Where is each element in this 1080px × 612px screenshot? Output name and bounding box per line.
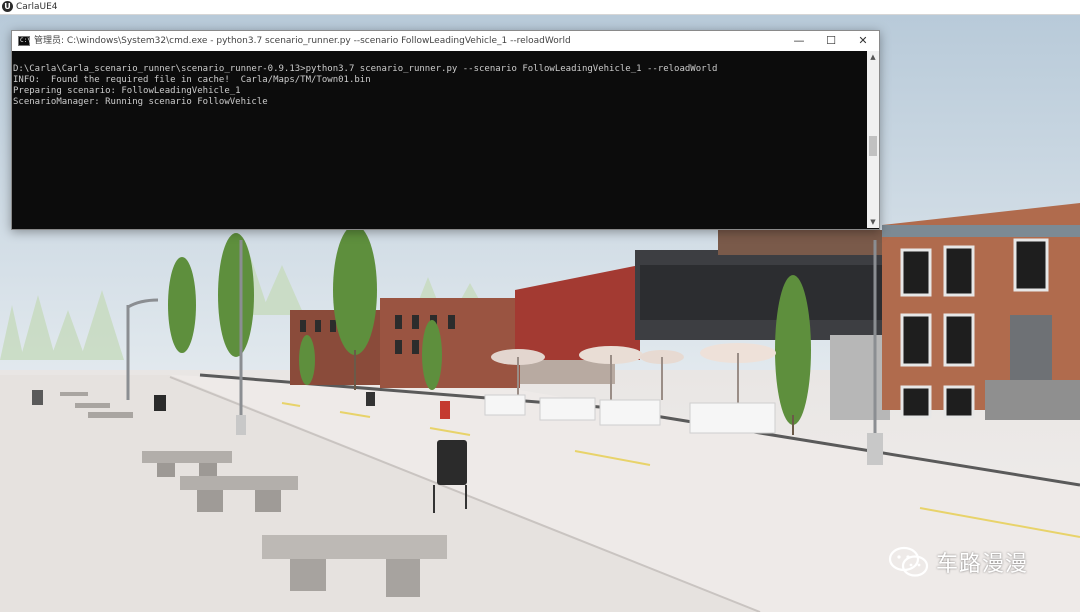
watermark: 车路漫漫 [888,545,1028,579]
lamp-post-base [236,415,246,435]
cmd-title: 管理员: C:\windows\System32\cmd.exe - pytho… [34,36,571,46]
vertical-scrollbar[interactable]: ▲ ▼ [867,51,879,228]
watermark-text: 车路漫漫 [936,552,1029,577]
cmd-icon-label: C:\_ [20,37,35,44]
close-button[interactable]: ✕ [847,31,879,51]
unreal-engine-icon: U [2,1,13,12]
wechat-icon [888,546,929,577]
console-line: INFO: Found the required file in cache! … [13,75,371,85]
cmd-titlebar[interactable]: C:\_ 管理员: C:\windows\System32\cmd.exe - … [12,31,879,51]
scroll-down-arrow-icon[interactable]: ▼ [867,216,879,228]
lamp-post-base [867,433,883,465]
maximize-button[interactable]: ☐ [815,31,847,51]
console-output[interactable]: D:\Carla\Carla_scenario_runner\scenario_… [12,51,867,228]
app-titlebar: U CarlaUE4 [0,0,1080,15]
console-line: ScenarioManager: Running scenario Follow… [13,97,268,107]
scroll-up-arrow-icon[interactable]: ▲ [867,51,879,63]
cmd-window[interactable]: C:\_ 管理员: C:\windows\System32\cmd.exe - … [11,30,880,230]
cmd-icon: C:\_ [18,36,34,46]
scrollbar-thumb[interactable] [869,136,877,156]
app-title: CarlaUE4 [16,2,58,12]
minimize-button[interactable]: — [783,31,815,51]
console-line: Preparing scenario: FollowLeadingVehicle… [13,86,241,96]
right-brick-building [882,203,1080,420]
console-line: D:\Carla\Carla_scenario_runner\scenario_… [13,64,718,74]
